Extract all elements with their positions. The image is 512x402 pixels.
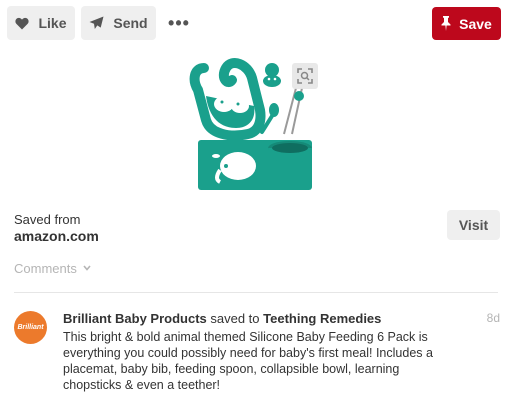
save-label: Save — [459, 15, 492, 32]
comments-toggle[interactable]: Comments — [14, 260, 91, 276]
pin-toolbar: Like Send ••• Save — [7, 6, 501, 40]
pushpin-icon — [441, 16, 451, 31]
avatar-text: Brilliant — [17, 324, 44, 331]
saved-from-label: Saved from — [14, 212, 81, 227]
more-dots-icon: ••• — [168, 12, 190, 33]
pin-image[interactable] — [186, 48, 322, 194]
activity-time: 8d — [486, 311, 500, 325]
source-domain-link[interactable]: amazon.com — [14, 228, 99, 244]
visual-search-icon[interactable] — [292, 63, 318, 89]
avatar[interactable]: Brilliant — [14, 311, 47, 344]
comments-label: Comments — [14, 260, 77, 276]
send-icon — [89, 16, 104, 30]
source-info: Saved from amazon.com — [14, 212, 99, 244]
like-button[interactable]: Like — [7, 6, 75, 40]
like-label: Like — [38, 15, 67, 31]
user-name-link[interactable]: Brilliant Baby Products — [63, 311, 207, 326]
send-label: Send — [113, 15, 148, 31]
visit-button[interactable]: Visit — [447, 210, 500, 240]
activity-header: Brilliant Baby Products saved to Teethin… — [63, 311, 472, 327]
activity-action: saved to — [210, 311, 260, 326]
heart-icon — [15, 17, 30, 30]
pin-description: This bright & bold animal themed Silicon… — [63, 330, 433, 392]
save-button[interactable]: Save — [432, 7, 501, 40]
visit-label: Visit — [458, 217, 489, 233]
chevron-down-icon — [83, 265, 91, 271]
send-button[interactable]: Send — [81, 6, 156, 40]
board-name-link[interactable]: Teething Remedies — [263, 311, 381, 326]
pin-closeup: Like Send ••• Save Saved from amazon.com… — [0, 0, 512, 402]
divider — [14, 292, 498, 293]
more-options-button[interactable]: ••• — [167, 6, 191, 40]
